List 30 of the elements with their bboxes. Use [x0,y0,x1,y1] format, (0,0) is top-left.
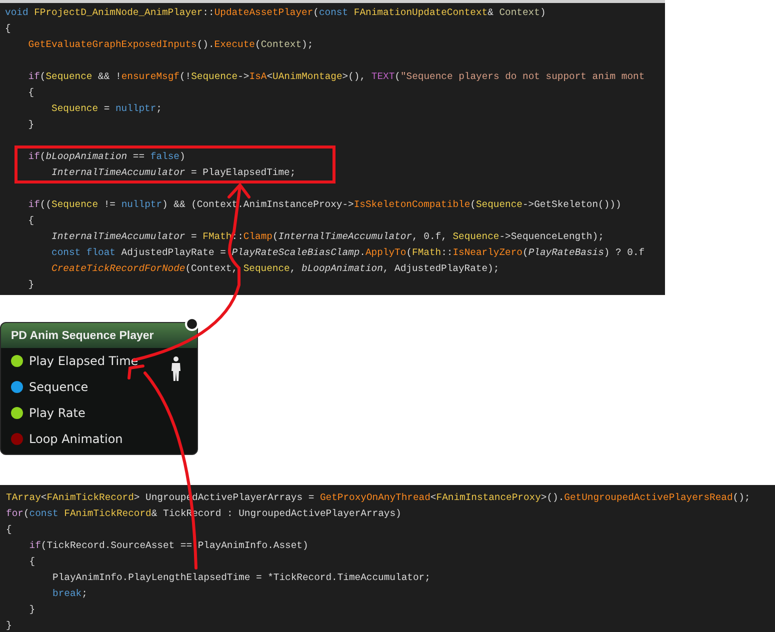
pin-label: Loop Animation [29,431,123,448]
code-line: GetEvaluateGraphExposedInputs().Execute(Context); [27,38,314,52]
code-line: { [27,214,34,228]
code-line: const float AdjustedPlayRate = PlayRateScaleBiasClamp.ApplyTo(FMath::IsNearlyZero(PlayRateBasis) ? 0.f [50,246,645,260]
node-title: PD Anim Sequence Player [1,323,197,348]
pin-label: Play Rate [29,405,86,422]
pin-dot[interactable] [11,381,23,393]
code-line: InternalTimeAccumulator = FMath::Clamp(InternalTimeAccumulator, 0.f, Sequence->SequenceLength); [50,230,604,244]
code-line: CreateTickRecordForNode(Context, Sequence, bLoopAnimation, AdjustedPlayRate); [50,262,500,276]
code-line: { [6,523,12,537]
pin-dot[interactable] [11,355,23,367]
code-line: } [28,603,36,617]
code-line: void FProjectD_AnimNode_AnimPlayer::UpdateAssetPlayer(const FAnimationUpdateContext& Context) [5,6,546,20]
pin-dot[interactable] [11,433,23,445]
code-line: } [6,619,12,632]
pin-dot[interactable] [11,407,23,419]
code-line: break; [52,587,88,601]
code-line: InternalTimeAccumulator = PlayElapsedTime; [50,166,296,180]
code-line: if(TickRecord.SourceAsset == PlayAnimInfo.Asset) [28,539,308,553]
code-line: if(bLoopAnimation == false) [27,150,186,164]
code-line: { [5,22,11,36]
code-line: } [27,118,34,132]
code-line: } [27,278,34,292]
code-line: { [28,555,36,569]
pin-label: Sequence [29,379,88,396]
code-line: PlayAnimInfo.PlayLengthElapsedTime = *TickRecord.TimeAccumulator; [52,571,430,585]
code-line: if(Sequence && !ensureMsgf(!Sequence->IsA<UAnimMontage>(), TEXT("Sequence players do not support anim mont [27,70,645,84]
code-line: { [27,86,34,100]
person-icon [171,356,181,382]
code-line: Sequence = nullptr; [50,102,162,116]
